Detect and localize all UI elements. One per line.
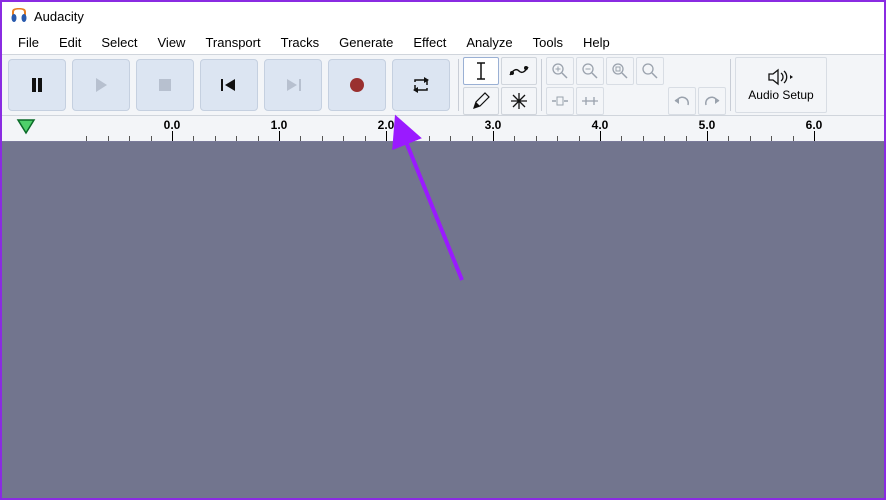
menu-help[interactable]: Help: [573, 33, 620, 52]
app-icon: [10, 7, 28, 25]
tools-toolbar: [461, 55, 539, 115]
play-icon: [93, 77, 109, 93]
loop-button[interactable]: [392, 59, 450, 111]
zoom-out-button[interactable]: [576, 57, 604, 85]
stop-button[interactable]: [136, 59, 194, 111]
menu-effect[interactable]: Effect: [403, 33, 456, 52]
speaker-icon: [768, 68, 794, 86]
multi-tool[interactable]: [501, 87, 537, 115]
undo-redo-toolbar: [666, 55, 728, 115]
audio-setup-button[interactable]: Audio Setup: [735, 57, 827, 113]
redo-icon: [704, 95, 720, 107]
skip-end-button[interactable]: [264, 59, 322, 111]
silence-icon: [581, 95, 599, 107]
undo-button[interactable]: [668, 87, 696, 115]
timeline-label: 5.0: [699, 118, 716, 132]
toolbar: Audio Setup: [2, 54, 884, 116]
record-icon: [349, 77, 365, 93]
spacer: [698, 57, 726, 85]
timeline-ruler[interactable]: 0.0 1.0 2.0 3.0 4.0 5.0 6.0: [2, 116, 884, 142]
skip-start-icon: [220, 78, 238, 92]
toolbar-divider-2: [541, 59, 542, 111]
pencil-icon: [472, 92, 490, 110]
timeline-label: 0.0: [164, 118, 181, 132]
fit-selection-icon: [612, 63, 628, 79]
envelope-icon: [509, 65, 529, 77]
envelope-tool[interactable]: [501, 57, 537, 85]
trim-icon: [551, 95, 569, 107]
record-button[interactable]: [328, 59, 386, 111]
fit-project-button[interactable]: [636, 57, 664, 85]
trim-button[interactable]: [546, 87, 574, 115]
fit-selection-button[interactable]: [606, 57, 634, 85]
timeline-label: 4.0: [592, 118, 609, 132]
stop-icon: [158, 78, 172, 92]
fit-project-icon: [642, 63, 658, 79]
spacer: [606, 87, 634, 115]
tracks-area[interactable]: [2, 142, 884, 498]
menu-file[interactable]: File: [8, 33, 49, 52]
timeline-label: 2.0: [378, 118, 395, 132]
menu-tools[interactable]: Tools: [523, 33, 573, 52]
zoom-in-icon: [552, 63, 568, 79]
silence-button[interactable]: [576, 87, 604, 115]
menu-generate[interactable]: Generate: [329, 33, 403, 52]
timeline-label: 3.0: [485, 118, 502, 132]
toolbar-divider: [458, 59, 459, 111]
pause-icon: [29, 77, 45, 93]
edit-toolbar: [544, 55, 666, 115]
title-text: Audacity: [34, 9, 84, 24]
zoom-out-icon: [582, 63, 598, 79]
transport-toolbar: [2, 55, 456, 115]
spacer: [668, 57, 696, 85]
undo-icon: [674, 95, 690, 107]
audio-setup-label: Audio Setup: [748, 88, 813, 102]
ibeam-icon: [472, 61, 490, 81]
playhead-icon[interactable]: [16, 118, 36, 136]
spacer: [636, 87, 664, 115]
menu-analyze[interactable]: Analyze: [456, 33, 522, 52]
timeline-label: 1.0: [271, 118, 288, 132]
menu-bar: File Edit Select View Transport Tracks G…: [2, 30, 884, 54]
skip-start-button[interactable]: [200, 59, 258, 111]
toolbar-divider-3: [730, 59, 731, 111]
menu-view[interactable]: View: [148, 33, 196, 52]
app-window: Audacity File Edit Select View Transport…: [0, 0, 886, 500]
menu-select[interactable]: Select: [91, 33, 147, 52]
menu-transport[interactable]: Transport: [195, 33, 270, 52]
menu-edit[interactable]: Edit: [49, 33, 91, 52]
menu-tracks[interactable]: Tracks: [271, 33, 330, 52]
pause-button[interactable]: [8, 59, 66, 111]
timeline-label: 6.0: [806, 118, 823, 132]
redo-button[interactable]: [698, 87, 726, 115]
draw-tool[interactable]: [463, 87, 499, 115]
skip-end-icon: [284, 78, 302, 92]
zoom-in-button[interactable]: [546, 57, 574, 85]
play-button[interactable]: [72, 59, 130, 111]
loop-icon: [412, 77, 430, 93]
title-bar: Audacity: [2, 2, 884, 30]
multi-icon: [510, 92, 528, 110]
selection-tool[interactable]: [463, 57, 499, 85]
